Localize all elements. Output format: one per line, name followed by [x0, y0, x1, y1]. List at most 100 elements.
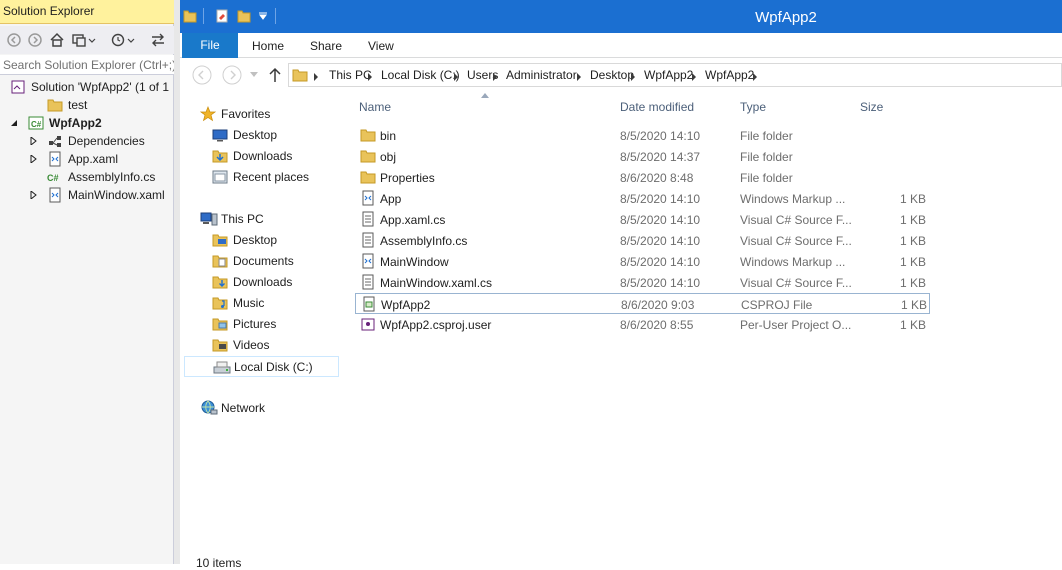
file-type: CSPROJ File — [741, 298, 813, 312]
breadcrumb-segment[interactable]: Local Disk (C:) — [381, 68, 460, 82]
tree-item[interactable]: MainWindow.xaml — [0, 186, 174, 204]
file-name: WpfApp2.csproj.user — [380, 318, 492, 332]
csharp-project-icon: C# — [28, 115, 44, 131]
breadcrumb-separator-icon[interactable] — [752, 73, 758, 81]
tab-file[interactable]: File — [182, 33, 238, 58]
tree-item[interactable]: test — [0, 96, 174, 114]
file-row[interactable]: AssemblyInfo.cs 8/5/2020 14:10 Visual C# S… — [355, 230, 930, 251]
nav-item[interactable]: Music — [184, 293, 339, 314]
forward-button-icon[interactable] — [222, 65, 242, 85]
breadcrumb-segment[interactable]: WpfApp2 — [705, 68, 754, 82]
column-header-size[interactable]: Size — [860, 100, 883, 114]
folder-icon — [292, 67, 308, 83]
home-icon[interactable] — [49, 32, 65, 48]
folder-icon — [360, 169, 376, 185]
collapse-arrow-icon[interactable] — [10, 119, 18, 127]
solution-explorer-toolbar — [0, 26, 174, 54]
solution-explorer-search-input[interactable] — [0, 55, 174, 75]
column-header-type[interactable]: Type — [740, 100, 766, 114]
back-icon[interactable] — [6, 32, 22, 48]
nav-item[interactable]: Desktop — [184, 230, 339, 251]
switch-views-icon[interactable] — [72, 32, 96, 48]
svg-text:C#: C# — [47, 173, 59, 183]
file-row[interactable]: WpfApp2.csproj.user 8/6/2020 8:55 Per-User… — [355, 314, 930, 335]
svg-text:C#: C# — [31, 120, 42, 129]
tree-item[interactable]: C# WpfApp2 — [0, 114, 174, 132]
navigation-bar: This PC Local Disk (C:) Users Administrator… — [180, 59, 1062, 91]
desktop-folder-icon — [212, 232, 228, 248]
expand-arrow-icon[interactable] — [30, 137, 38, 145]
nav-item[interactable]: Desktop — [184, 125, 339, 146]
up-arrow-icon[interactable] — [268, 67, 282, 83]
breadcrumb-separator-icon[interactable] — [492, 73, 498, 81]
tab-view[interactable]: View — [368, 39, 394, 53]
file-row[interactable]: App.xaml.cs 8/5/2020 14:10 Visual C# Sourc… — [355, 209, 930, 230]
file-row[interactable]: MainWindow.xaml.cs 8/5/2020 14:10 Visual C… — [355, 272, 930, 293]
expand-arrow-icon[interactable] — [30, 191, 38, 199]
back-button-icon[interactable] — [192, 65, 212, 85]
file-date-modified: 8/6/2020 8:55 — [620, 318, 694, 332]
xaml-file-icon — [47, 151, 63, 167]
sort-ascending-icon — [481, 93, 489, 98]
breadcrumb-separator-icon[interactable] — [367, 73, 373, 81]
forward-icon[interactable] — [27, 32, 43, 48]
nav-item[interactable]: Downloads — [184, 272, 339, 293]
network-icon — [200, 400, 218, 416]
sync-with-active-document-icon[interactable] — [150, 32, 166, 48]
file-row[interactable]: WpfApp2 8/6/2020 9:03 CSPROJ File 1 KB — [355, 293, 930, 314]
breadcrumb-separator-icon[interactable] — [453, 73, 459, 81]
file-name: MainWindow — [380, 255, 449, 269]
tree-item[interactable]: Dependencies — [0, 132, 174, 150]
nav-item[interactable]: Videos — [184, 335, 339, 356]
nav-item[interactable]: Local Disk (C:) — [184, 356, 339, 377]
file-row[interactable]: App 8/5/2020 14:10 Windows Markup ... 1 KB — [355, 188, 930, 209]
address-bar[interactable]: This PC Local Disk (C:) Users Administrator… — [288, 63, 1062, 87]
xaml-file-icon — [360, 190, 376, 206]
file-row[interactable]: MainWindow 8/5/2020 14:10 Windows Markup .… — [355, 251, 930, 272]
csharp-file-icon: C# — [47, 169, 63, 185]
expand-arrow-icon[interactable] — [30, 155, 38, 163]
nav-item[interactable]: Network — [184, 398, 339, 419]
breadcrumb-segment[interactable]: Administrator — [506, 68, 577, 82]
file-row[interactable]: Properties 8/6/2020 8:48 File folder — [355, 167, 930, 188]
file-list: Name Date modified Type Size bin 8/5/2020… — [355, 91, 1062, 564]
user-project-file-icon — [360, 316, 376, 332]
text-file-icon — [360, 232, 376, 248]
tree-item[interactable]: C# AssemblyInfo.cs — [0, 168, 174, 186]
file-date-modified: 8/5/2020 14:10 — [620, 213, 701, 227]
file-type: Visual C# Source F... — [740, 276, 852, 290]
nav-item-label: Recent places — [233, 170, 310, 184]
file-name: MainWindow.xaml.cs — [380, 276, 493, 290]
computer-icon — [200, 211, 218, 227]
ribbon-tabs: File Home Share View — [180, 33, 1062, 58]
nav-item[interactable]: Downloads — [184, 146, 339, 167]
tree-item-label: test — [68, 98, 88, 112]
breadcrumb-separator-icon[interactable] — [691, 73, 697, 81]
tab-share[interactable]: Share — [310, 39, 342, 53]
column-header-date-modified[interactable]: Date modified — [620, 100, 694, 114]
nav-item[interactable]: Documents — [184, 251, 339, 272]
pending-changes-filter-icon[interactable] — [110, 32, 135, 48]
nav-item[interactable]: Recent places — [184, 167, 339, 188]
file-date-modified: 8/5/2020 14:10 — [620, 192, 701, 206]
file-row[interactable]: bin 8/5/2020 14:10 File folder — [355, 125, 930, 146]
breadcrumb-segment[interactable]: This PC — [329, 68, 372, 82]
file-date-modified: 8/5/2020 14:10 — [620, 129, 701, 143]
nav-item[interactable]: Pictures — [184, 314, 339, 335]
file-name: bin — [380, 129, 397, 143]
tree-item[interactable]: App.xaml — [0, 150, 174, 168]
breadcrumb-separator-icon[interactable] — [313, 73, 319, 81]
breadcrumb-separator-icon[interactable] — [576, 73, 582, 81]
breadcrumb-segment[interactable]: Desktop — [590, 68, 634, 82]
solution-explorer-search-box[interactable] — [0, 55, 174, 75]
recent-locations-dropdown-icon[interactable] — [250, 72, 258, 78]
nav-item[interactable]: This PC — [184, 209, 339, 230]
tab-home[interactable]: Home — [252, 39, 284, 53]
breadcrumb-segment[interactable]: WpfApp2 — [644, 68, 693, 82]
nav-item[interactable]: Favorites — [184, 104, 339, 125]
file-row[interactable]: obj 8/5/2020 14:37 File folder — [355, 146, 930, 167]
breadcrumb-separator-icon[interactable] — [630, 73, 636, 81]
csproj-file-icon — [361, 296, 377, 312]
column-header-name[interactable]: Name — [359, 100, 391, 114]
tree-item[interactable]: Solution 'WpfApp2' (1 of 1 — [0, 78, 174, 96]
